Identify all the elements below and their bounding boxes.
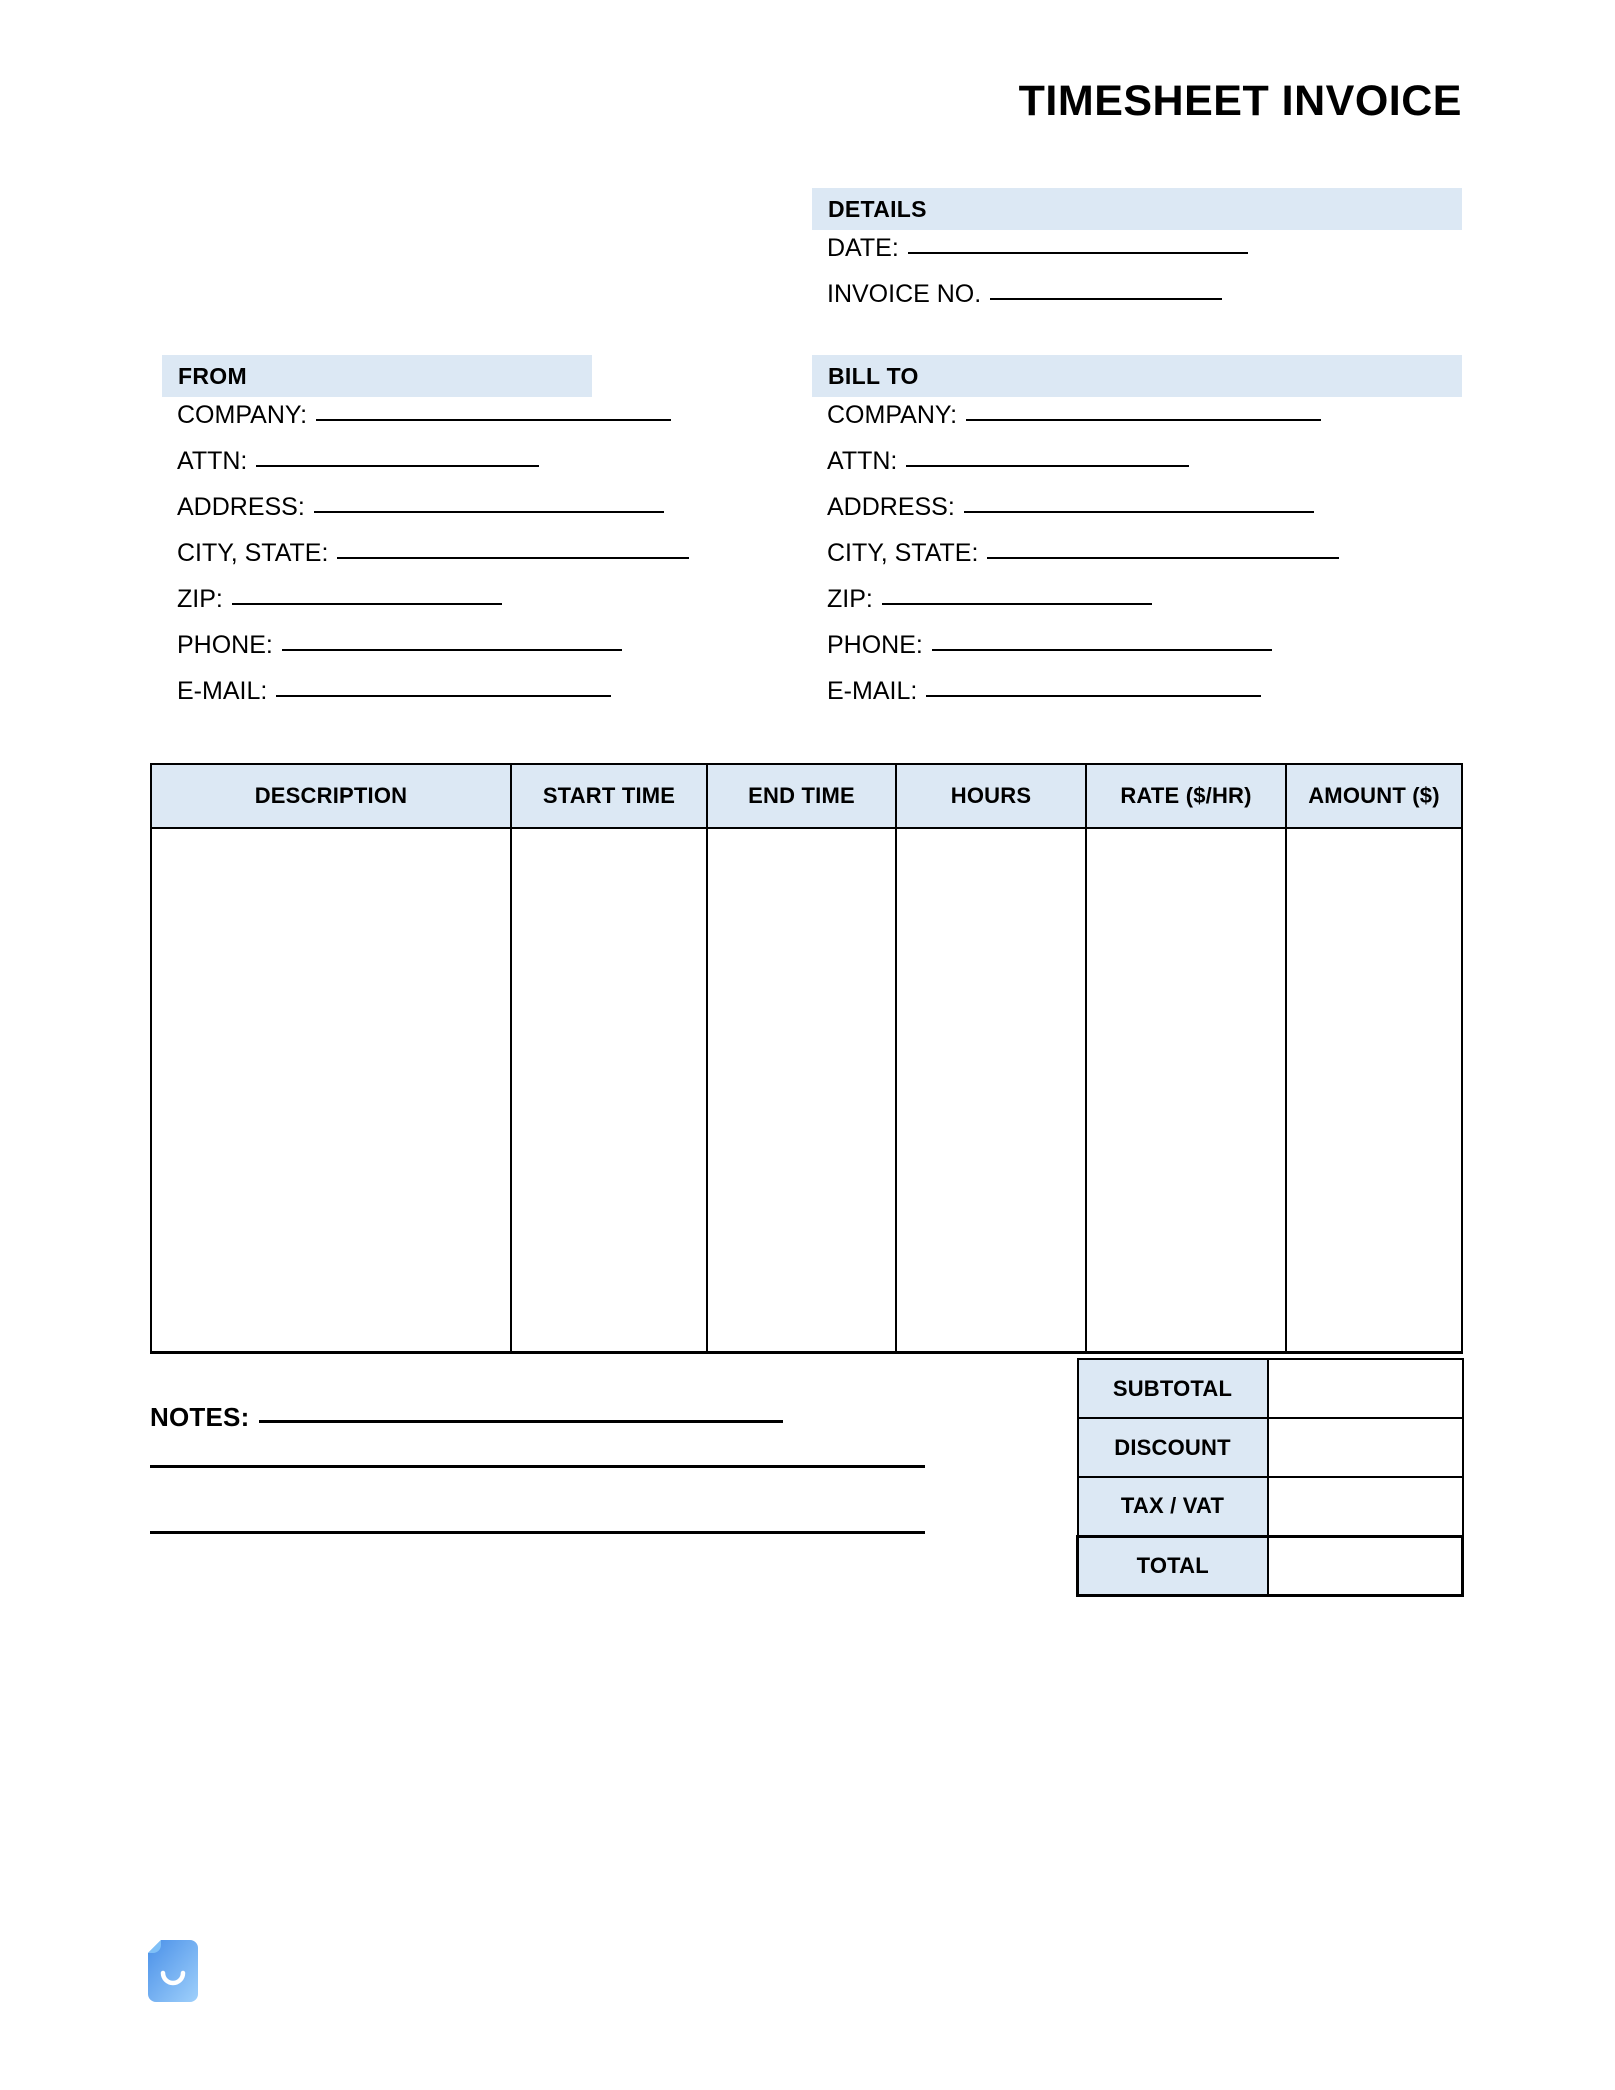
notes-third-row: [150, 1531, 940, 1600]
bill-to-field-row: PHONE:: [812, 633, 1339, 679]
from-field-label: CITY, STATE:: [177, 539, 329, 567]
line-item-cell[interactable]: [1085, 828, 1287, 1354]
column-header: HOURS: [895, 763, 1087, 829]
page-title: TIMESHEET INVOICE: [1018, 77, 1462, 125]
notes-first-row: NOTES:: [150, 1402, 940, 1468]
line-item-cell[interactable]: [1285, 828, 1463, 1354]
details-field-label: INVOICE NO.: [827, 280, 982, 308]
bill-to-section-header: BILL TO: [812, 355, 1462, 397]
line-item-cell[interactable]: [706, 828, 897, 1354]
totals-row-label: SUBTOTAL: [1076, 1358, 1269, 1419]
bill-to-field-label: ZIP:: [827, 585, 873, 613]
from-field-row: COMPANY:: [162, 403, 689, 449]
from-field-label: COMPANY:: [177, 401, 308, 429]
document-smile-logo-icon: [148, 1940, 198, 2002]
bill-to-field-input[interactable]: [963, 511, 1314, 513]
bill-to-field-input[interactable]: [966, 419, 1322, 421]
bill-to-field-row: ADDRESS:: [812, 495, 1339, 541]
notes-second-row: [150, 1465, 940, 1534]
bill-to-field-row: E-MAIL:: [812, 679, 1339, 725]
from-field-row: ZIP:: [162, 587, 689, 633]
details-field-input[interactable]: [907, 252, 1248, 254]
from-fields: COMPANY: ATTN: ADDRESS: CITY, STATE: ZIP: PHO…: [162, 403, 690, 725]
table-header-row: DESCRIPTION START TIME END TIME HOURS RATE (…: [150, 763, 1463, 829]
column-header: RATE ($/HR): [1085, 763, 1287, 829]
totals-row-value[interactable]: [1266, 1534, 1464, 1597]
from-field-row: E-MAIL:: [162, 679, 689, 725]
column-header: END TIME: [706, 763, 897, 829]
bill-to-field-row: COMPANY:: [812, 403, 1339, 449]
from-field-row: CITY, STATE:: [162, 539, 690, 587]
from-field-input[interactable]: [337, 557, 690, 559]
bill-to-field-input[interactable]: [906, 465, 1190, 467]
line-item-cell[interactable]: [150, 828, 512, 1354]
table-body-row: [150, 828, 1463, 1354]
line-item-cell[interactable]: [510, 828, 708, 1354]
from-field-input[interactable]: [313, 511, 664, 513]
details-field-row: DATE:: [812, 236, 1248, 282]
totals-row: DISCOUNT: [1076, 1417, 1464, 1478]
totals-row: TOTAL: [1076, 1534, 1464, 1597]
from-field-label: E-MAIL:: [177, 677, 268, 705]
from-field-input[interactable]: [231, 603, 502, 605]
bill-to-field-label: ADDRESS:: [827, 493, 955, 521]
from-field-row: PHONE:: [162, 633, 689, 679]
column-header: DESCRIPTION: [150, 763, 512, 829]
totals-row-value[interactable]: [1266, 1417, 1464, 1478]
notes-line-3[interactable]: [150, 1531, 925, 1534]
bill-to-field-input[interactable]: [931, 649, 1272, 651]
bill-to-heading: BILL TO: [828, 362, 919, 389]
from-heading: FROM: [178, 362, 247, 389]
notes-section: NOTES:: [150, 1402, 940, 1600]
totals-row-label: TAX / VAT: [1076, 1476, 1269, 1537]
bill-to-field-label: CITY, STATE:: [827, 539, 979, 567]
bill-to-fields: COMPANY: ATTN: ADDRESS: CITY, STATE: ZIP: PHO…: [812, 403, 1340, 725]
line-items-table: DESCRIPTION START TIME END TIME HOURS RATE (…: [150, 763, 1463, 1354]
bill-to-field-row: CITY, STATE:: [812, 539, 1340, 587]
bill-to-field-input[interactable]: [926, 695, 1262, 697]
from-field-row: ATTN:: [162, 449, 689, 495]
totals-row: TAX / VAT: [1076, 1476, 1464, 1537]
from-field-input[interactable]: [276, 695, 612, 697]
details-field-row: INVOICE NO.: [812, 282, 1248, 328]
bill-to-field-row: ZIP:: [812, 587, 1339, 633]
totals-row-value[interactable]: [1266, 1358, 1464, 1419]
totals-row-label: DISCOUNT: [1076, 1417, 1269, 1478]
details-fields: DATE: INVOICE NO.: [812, 236, 1248, 328]
from-field-input[interactable]: [281, 649, 622, 651]
notes-line-2[interactable]: [150, 1465, 925, 1468]
totals-row: SUBTOTAL: [1076, 1358, 1464, 1419]
from-field-label: ADDRESS:: [177, 493, 305, 521]
from-field-label: ATTN:: [177, 447, 248, 475]
from-field-row: ADDRESS:: [162, 495, 689, 541]
column-header: START TIME: [510, 763, 708, 829]
from-field-label: ZIP:: [177, 585, 223, 613]
invoice-page: TIMESHEET INVOICE DETAILS DATE: INVOICE N…: [0, 0, 1615, 2090]
bill-to-field-label: COMPANY:: [827, 401, 958, 429]
from-field-input[interactable]: [316, 419, 672, 421]
details-heading: DETAILS: [828, 195, 927, 222]
column-header: AMOUNT ($): [1285, 763, 1463, 829]
bill-to-field-label: ATTN:: [827, 447, 898, 475]
bill-to-field-row: ATTN:: [812, 449, 1339, 495]
notes-line-1[interactable]: [259, 1420, 784, 1423]
totals-row-value[interactable]: [1266, 1476, 1464, 1537]
details-field-input[interactable]: [990, 298, 1223, 300]
details-field-label: DATE:: [827, 234, 899, 262]
bill-to-field-label: PHONE:: [827, 631, 923, 659]
details-section-header: DETAILS: [812, 188, 1462, 230]
totals-table: SUBTOTAL DISCOUNT TAX / VAT TOTAL: [1076, 1358, 1464, 1597]
from-field-label: PHONE:: [177, 631, 273, 659]
notes-label: NOTES:: [150, 1402, 250, 1432]
from-section-header: FROM: [162, 355, 592, 397]
from-field-input[interactable]: [256, 465, 540, 467]
bill-to-field-label: E-MAIL:: [827, 677, 918, 705]
line-item-cell[interactable]: [895, 828, 1087, 1354]
totals-row-label: TOTAL: [1076, 1534, 1269, 1597]
bill-to-field-input[interactable]: [987, 557, 1340, 559]
bill-to-field-input[interactable]: [881, 603, 1152, 605]
